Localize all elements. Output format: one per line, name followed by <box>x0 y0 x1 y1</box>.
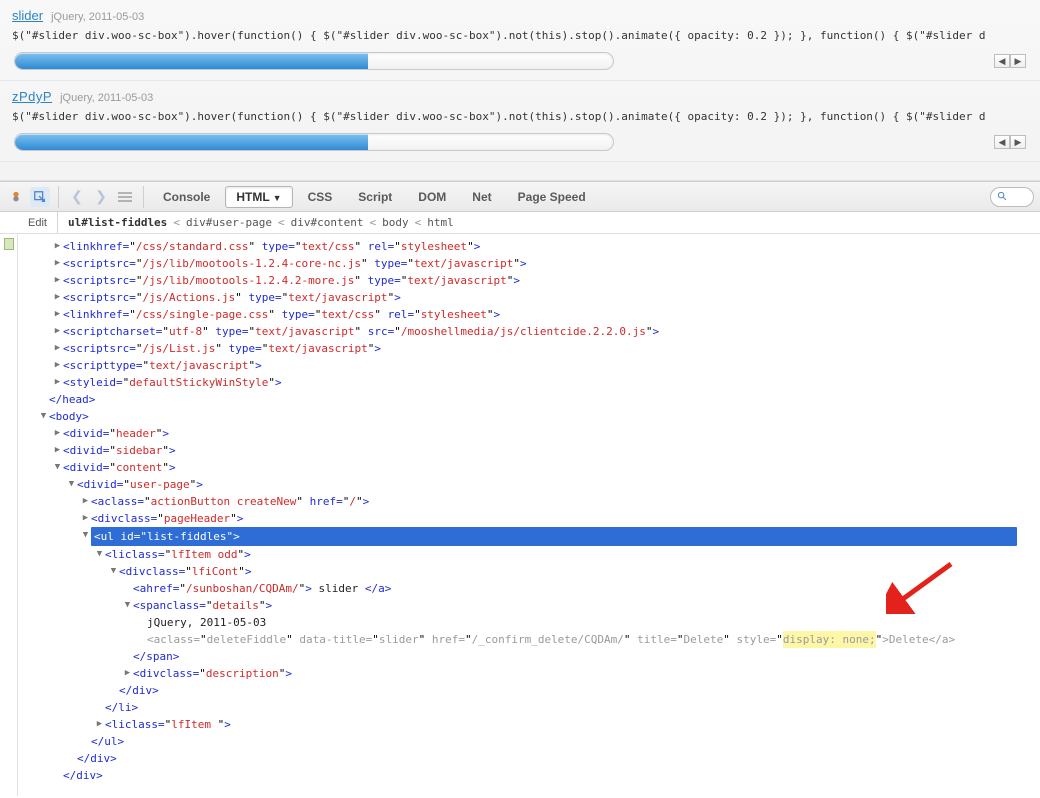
tree-row[interactable]: </span> <box>24 648 1034 665</box>
html-tree[interactable]: ▶<link href="/css/standard.css" type="te… <box>18 234 1040 796</box>
nav-back-icon[interactable]: ❮ <box>67 187 87 207</box>
tree-row[interactable]: </li> <box>24 699 1034 716</box>
breadcrumb-row: Edit ul#list-fiddles < div#user-page < d… <box>0 212 1040 234</box>
tree-row[interactable]: ▶<style id="defaultStickyWinStyle"> <box>24 374 1034 391</box>
tree-row[interactable]: jQuery, 2011-05-03 <box>24 614 1034 631</box>
tree-row[interactable]: <a class="deleteFiddle" data-title="slid… <box>24 631 1034 648</box>
tree-row-selected[interactable]: ▼<ul id="list-fiddles"> <box>24 527 1034 546</box>
tab-console[interactable]: Console <box>152 186 221 208</box>
pager-next-button[interactable]: ▶ <box>1010 135 1026 149</box>
gutter-badge-icon <box>4 238 14 250</box>
tab-dom[interactable]: DOM <box>407 186 457 208</box>
pager-prev-button[interactable]: ◀ <box>994 135 1010 149</box>
tree-row[interactable]: ▶<li class="lfItem "> <box>24 716 1034 733</box>
tree-row[interactable]: </div> <box>24 767 1034 784</box>
tree-row[interactable]: <a href="/sunboshan/CQDAm/"> slider </a> <box>24 580 1034 597</box>
tree-row[interactable]: ▶<div id="header"> <box>24 425 1034 442</box>
fiddle-meta: jQuery, 2011-05-03 <box>60 92 153 104</box>
fiddle-preview-row: ◀ ▶ <box>12 129 1028 155</box>
annotation-arrow-icon <box>886 560 956 619</box>
tree-row[interactable]: ▶<link href="/css/single-page.css" type=… <box>24 306 1034 323</box>
tree-row[interactable]: ▶<script type="text/javascript"> <box>24 357 1034 374</box>
tab-html[interactable]: HTML▼ <box>225 186 292 208</box>
progress-bar <box>14 52 614 70</box>
search-field[interactable] <box>990 187 1034 207</box>
tab-net[interactable]: Net <box>461 186 502 208</box>
page-content: slider jQuery, 2011-05-03 $("#slider div… <box>0 0 1040 181</box>
fiddle-code-preview: $("#slider div.woo-sc-box").hover(functi… <box>12 110 1028 123</box>
fiddle-item: zPdyP jQuery, 2011-05-03 $("#slider div.… <box>0 81 1040 162</box>
tree-row[interactable]: ▶<div class="description"> <box>24 665 1034 682</box>
fiddle-preview-row: ◀ ▶ <box>12 48 1028 74</box>
tree-row[interactable]: </ul> <box>24 733 1034 750</box>
tree-row[interactable]: ▼<li class="lfItem odd"> <box>24 546 1034 563</box>
tree-row[interactable]: ▶<script src="/js/lib/mootools-1.2.4-cor… <box>24 255 1034 272</box>
gutter <box>0 234 18 796</box>
fiddle-code-preview: $("#slider div.woo-sc-box").hover(functi… <box>12 29 1028 42</box>
tree-row[interactable]: ▶<div id="sidebar"> <box>24 442 1034 459</box>
tree-row[interactable]: ▶<a class="actionButton createNew" href=… <box>24 493 1034 510</box>
tab-css[interactable]: CSS <box>297 186 344 208</box>
edit-button[interactable]: Edit <box>0 212 58 233</box>
tree-row[interactable]: ▶<script src="/js/lib/mootools-1.2.4.2-m… <box>24 272 1034 289</box>
tree-row[interactable]: ▼<div class="lfiCont"> <box>24 563 1034 580</box>
devtools-toolbar: ❮ ❯ Console HTML▼ CSS Script DOM Net Pag… <box>0 182 1040 212</box>
pager-prev-button[interactable]: ◀ <box>994 54 1010 68</box>
breadcrumb-path[interactable]: ul#list-fiddles < div#user-page < div#co… <box>58 216 464 229</box>
tree-row[interactable]: ▶<script charset="utf-8" type="text/java… <box>24 323 1034 340</box>
progress-bar <box>14 133 614 151</box>
tree-row[interactable]: ▶<link href="/css/standard.css" type="te… <box>24 238 1034 255</box>
inspect-icon[interactable] <box>30 187 50 207</box>
fiddle-item: slider jQuery, 2011-05-03 $("#slider div… <box>0 0 1040 81</box>
tab-script[interactable]: Script <box>347 186 403 208</box>
tree-row[interactable]: ▼<div id="user-page"> <box>24 476 1034 493</box>
tree-row[interactable]: ▶<script src="/js/Actions.js" type="text… <box>24 289 1034 306</box>
devtools-panel: ❮ ❯ Console HTML▼ CSS Script DOM Net Pag… <box>0 181 1040 796</box>
fiddle-title-link[interactable]: zPdyP <box>12 89 52 104</box>
tree-row[interactable]: </head> <box>24 391 1034 408</box>
tree-row[interactable]: ▼<span class="details"> <box>24 597 1034 614</box>
tree-row[interactable]: </div> <box>24 750 1034 767</box>
firebug-icon[interactable] <box>6 187 26 207</box>
fiddle-meta: jQuery, 2011-05-03 <box>51 11 144 23</box>
fiddle-title-link[interactable]: slider <box>12 8 43 23</box>
tree-row[interactable]: ▼<div id="content"> <box>24 459 1034 476</box>
nav-forward-icon[interactable]: ❯ <box>91 187 111 207</box>
tree-row[interactable]: </div> <box>24 682 1034 699</box>
tree-row[interactable]: ▶<script src="/js/List.js" type="text/ja… <box>24 340 1034 357</box>
tab-pagespeed[interactable]: Page Speed <box>507 186 597 208</box>
lines-icon[interactable] <box>115 187 135 207</box>
tree-row[interactable]: ▼<body> <box>24 408 1034 425</box>
tree-row[interactable]: ▶<div class="pageHeader"> <box>24 510 1034 527</box>
pager-next-button[interactable]: ▶ <box>1010 54 1026 68</box>
